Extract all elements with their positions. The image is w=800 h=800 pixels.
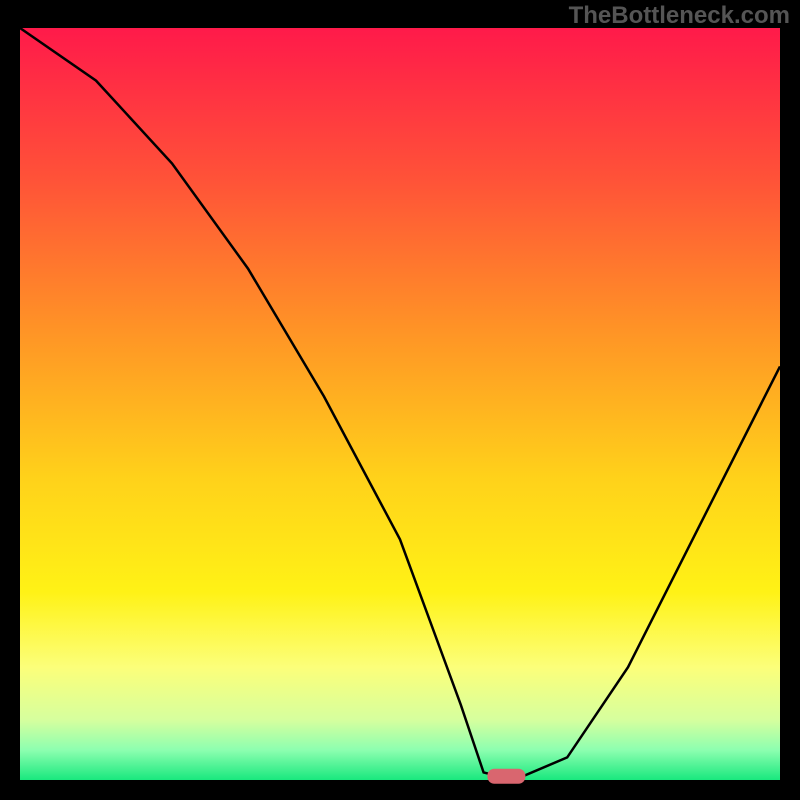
chart-container: TheBottleneck.com	[0, 0, 800, 800]
bottleneck-chart	[0, 0, 800, 800]
chart-background	[20, 28, 780, 780]
watermark-text: TheBottleneck.com	[569, 2, 790, 30]
optimal-marker	[487, 769, 525, 784]
